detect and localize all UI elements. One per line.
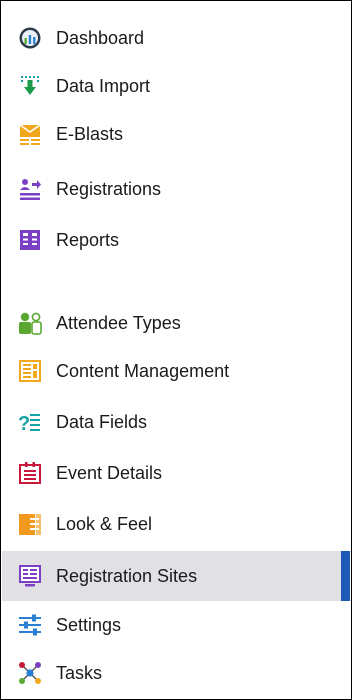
sidebar-item-label: E-Blasts [56, 123, 124, 144]
sidebar-item-label: Data Fields [56, 411, 148, 432]
sidebar-item-label: Content Management [56, 360, 230, 381]
data-import-icon [18, 74, 42, 98]
sidebar-item-event-details[interactable]: Event Details [2, 448, 350, 498]
sidebar-item-label: Settings [56, 614, 122, 635]
sidebar-item-data-import[interactable]: Data Import [2, 61, 350, 111]
envelope-icon [18, 122, 42, 146]
sidebar-item-e-blasts[interactable]: E-Blasts [2, 109, 350, 159]
sidebar-item-label: Data Import [56, 75, 151, 96]
sidebar-item-label: Tasks [56, 662, 103, 683]
sidebar-item-content-management[interactable]: Content Management [2, 346, 350, 396]
look-and-feel-icon [18, 512, 42, 536]
sidebar-item-settings[interactable]: Settings [2, 600, 350, 650]
reports-icon [18, 228, 42, 252]
tasks-network-icon [18, 661, 42, 685]
sidebar-item-dashboard[interactable]: Dashboard [2, 13, 350, 63]
sidebar-item-registrations[interactable]: Registrations [2, 164, 350, 214]
sidebar-item-label: Attendee Types [56, 312, 181, 333]
content-management-icon [18, 359, 42, 383]
settings-sliders-icon [18, 613, 42, 637]
sidebar-item-label: Reports [56, 229, 120, 250]
registration-sites-icon [18, 564, 42, 588]
sidebar-item-label: Event Details [56, 462, 163, 483]
sidebar-item-tasks[interactable]: Tasks [2, 648, 350, 698]
sidebar-item-data-fields[interactable]: ? Data Fields [2, 397, 350, 447]
sidebar-menu: Dashboard Data Import E-Blasts Registrat… [2, 2, 350, 698]
attendee-types-icon [18, 311, 42, 335]
sidebar-item-label: Registrations [56, 178, 162, 199]
data-fields-icon: ? [18, 410, 42, 434]
sidebar-item-reports[interactable]: Reports [2, 215, 350, 265]
sidebar-item-label: Registration Sites [56, 565, 198, 586]
dashboard-gauge-icon [18, 26, 42, 50]
sidebar-item-attendee-types[interactable]: Attendee Types [2, 298, 350, 348]
event-details-icon [18, 461, 42, 485]
active-indicator [341, 551, 350, 601]
registrations-icon [18, 177, 42, 201]
sidebar-item-label: Dashboard [56, 27, 145, 48]
sidebar-item-look-and-feel[interactable]: Look & Feel [2, 499, 350, 549]
navigation-panel: Dashboard Data Import E-Blasts Registrat… [0, 0, 352, 700]
sidebar-item-registration-sites[interactable]: Registration Sites [2, 551, 350, 601]
sidebar-item-label: Look & Feel [56, 513, 153, 534]
svg-text:?: ? [18, 413, 30, 434]
